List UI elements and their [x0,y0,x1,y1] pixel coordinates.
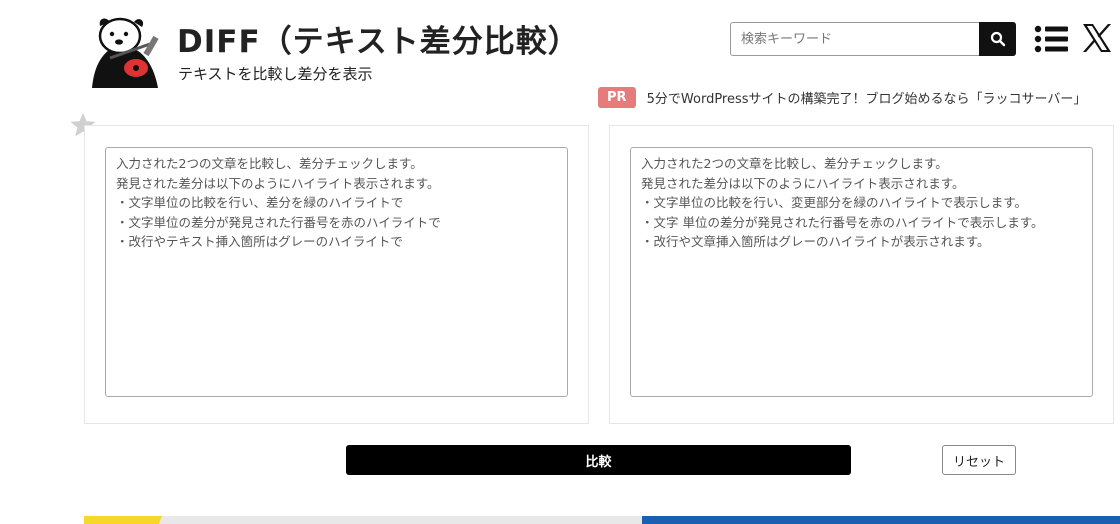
search-form [730,22,1016,56]
list-menu-icon[interactable] [1034,24,1068,54]
banner-gray [84,516,642,524]
banner-yellow [84,516,162,524]
pr-link[interactable]: 5分でWordPressサイトの構築完了！ブログ始めるなら「ラッコサーバー」 [647,88,1087,107]
reset-button[interactable]: リセット [942,445,1016,475]
left-panel: 入力された2つの文章を比較し、差分チェックします。 発見された差分は以下のように… [84,125,589,424]
right-text-input[interactable]: 入力された2つの文章を比較し、差分チェックします。 発見された差分は以下のように… [630,147,1093,397]
x-icon[interactable] [1081,22,1113,54]
pr-banner: PR 5分でWordPressサイトの構築完了！ブログ始めるなら「ラッコサーバー… [598,87,1086,108]
site-title[interactable]: DIFF（テキスト差分比較） [177,16,580,61]
otter-guitar-logo[interactable] [88,14,166,88]
banner-blue [642,516,1120,524]
left-text-input[interactable]: 入力された2つの文章を比較し、差分チェックします。 発見された差分は以下のように… [105,147,568,397]
right-panel: 入力された2つの文章を比較し、差分チェックします。 発見された差分は以下のように… [609,125,1114,424]
pr-badge: PR [598,87,636,108]
search-input[interactable] [731,23,980,55]
search-button[interactable] [979,22,1016,56]
site-subtitle: テキストを比較し差分を表示 [178,65,373,83]
compare-button[interactable]: 比較 [346,445,851,475]
search-icon [990,31,1005,47]
footer-banner-strip [84,516,1120,524]
